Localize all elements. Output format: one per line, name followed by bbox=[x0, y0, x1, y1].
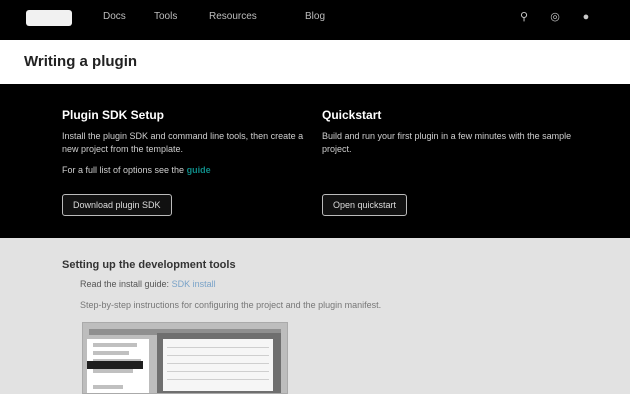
hero-left-column: Plugin SDK Setup Install the plugin SDK … bbox=[62, 108, 312, 177]
preview-grid-line bbox=[167, 379, 269, 380]
globe-icon[interactable]: ◎ bbox=[548, 10, 562, 24]
nav-link-tools[interactable]: Tools bbox=[154, 11, 177, 22]
section-heading: Setting up the development tools bbox=[62, 259, 236, 271]
preview-grid-line bbox=[167, 363, 269, 364]
hero-left-note: For a full list of options see the guide bbox=[62, 164, 312, 177]
preview-sidebar-row bbox=[93, 343, 137, 347]
screenshot-preview bbox=[82, 322, 288, 394]
preview-sidebar-row bbox=[93, 369, 133, 373]
hero-section: Plugin SDK Setup Install the plugin SDK … bbox=[0, 84, 630, 238]
preview-grid bbox=[163, 339, 273, 391]
preview-grid-line bbox=[167, 371, 269, 372]
hero-left-note-link[interactable]: guide bbox=[187, 165, 211, 175]
hero-right-column: Quickstart Build and run your first plug… bbox=[322, 108, 572, 156]
logo[interactable] bbox=[26, 10, 72, 26]
hero-left-note-text: For a full list of options see the bbox=[62, 165, 187, 175]
page-title: Writing a plugin bbox=[24, 53, 138, 70]
install-guide-prefix: Read the install guide: bbox=[80, 279, 172, 289]
download-sdk-button[interactable]: Download plugin SDK bbox=[62, 194, 172, 216]
nav-link-blog[interactable]: Blog bbox=[305, 11, 325, 22]
preview-grid-line bbox=[167, 347, 269, 348]
content-section: Setting up the development tools Read th… bbox=[0, 238, 630, 394]
quickstart-button[interactable]: Open quickstart bbox=[322, 194, 408, 216]
user-icon[interactable]: ● bbox=[579, 10, 593, 24]
hero-right-heading: Quickstart bbox=[322, 108, 382, 122]
nav-link-docs[interactable]: Docs bbox=[103, 11, 126, 22]
install-guide-line: Read the install guide: SDK install bbox=[80, 279, 216, 289]
search-icon[interactable]: ⚲ bbox=[517, 10, 531, 24]
hero-left-heading: Plugin SDK Setup bbox=[62, 108, 164, 122]
title-bar: Writing a plugin bbox=[0, 40, 630, 84]
preview-selected-item bbox=[87, 361, 143, 369]
preview-sidebar-row bbox=[93, 385, 123, 389]
install-guide-link[interactable]: SDK install bbox=[172, 279, 216, 289]
hero-right-text: Build and run your first plugin in a few… bbox=[322, 131, 572, 154]
preview-sidebar-row bbox=[93, 351, 129, 355]
section-description: Step-by-step instructions for configurin… bbox=[80, 300, 382, 310]
nav-link-resources[interactable]: Resources bbox=[209, 11, 257, 22]
preview-grid-line bbox=[167, 355, 269, 356]
hero-left-text: Install the plugin SDK and command line … bbox=[62, 131, 304, 154]
top-navigation: Docs Tools Resources Blog ⚲ ◎ ● bbox=[0, 0, 630, 36]
